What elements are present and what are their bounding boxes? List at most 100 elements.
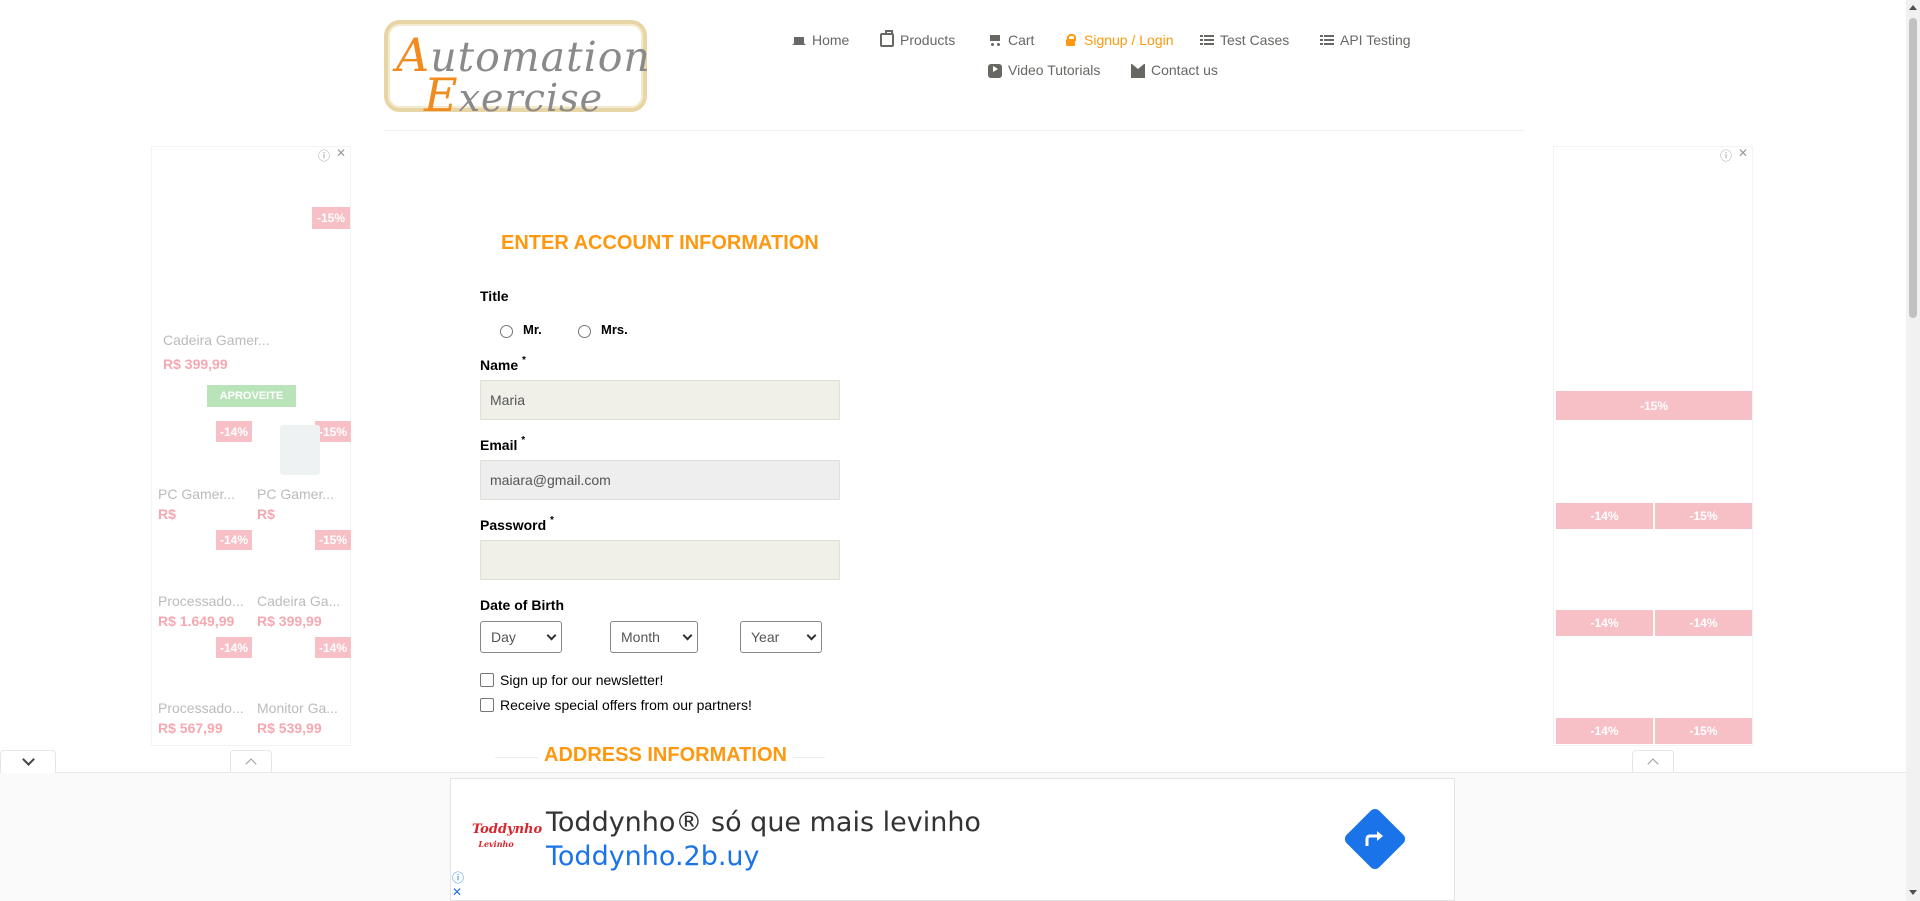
nav-home-label: Home (812, 32, 850, 48)
ad-cta-button[interactable]: APROVEITE (207, 385, 296, 407)
name-input[interactable]: Maria (480, 380, 840, 420)
ad-product-price: R$ 539,99 (257, 720, 322, 736)
bottom-ad-title[interactable]: Toddynho® só que mais levinho (546, 807, 981, 838)
right-ad-panel[interactable] (1553, 146, 1753, 746)
nav-contact-us-label: Contact us (1151, 62, 1218, 78)
dob-year-select[interactable]: Year (740, 621, 822, 653)
header-divider (384, 130, 1524, 131)
discount-badge: -15% (315, 421, 351, 442)
title-mr-label[interactable]: Mr. (523, 322, 542, 337)
title-label: Title (480, 288, 509, 304)
name-label: Name * (480, 355, 526, 373)
account-info-heading: ENTER ACCOUNT INFORMATION (501, 232, 819, 254)
dob-month-select[interactable]: Month (610, 621, 698, 653)
ad-product-title[interactable]: Cadeira Ga... (257, 593, 340, 609)
ad-product-title[interactable]: Monitor Ga... (257, 700, 338, 716)
discount-badge: -15% (315, 530, 351, 550)
left-ad-collapse-tab[interactable] (230, 750, 272, 772)
ad-product-title[interactable]: Cadeira Gamer... (163, 332, 270, 348)
right-ad-collapse-tab[interactable] (1632, 750, 1674, 772)
scroll-down-arrow-icon[interactable] (1909, 890, 1917, 895)
discount-badge: -15% (1556, 391, 1752, 420)
dob-month-value: Month (621, 629, 660, 645)
dob-day-value: Day (491, 629, 516, 645)
bottom-ad-banner[interactable] (450, 778, 1455, 901)
discount-badge: -14% (1556, 718, 1653, 744)
chevron-down-icon (682, 630, 693, 640)
ad-product-price: R$ (257, 506, 275, 522)
ad-product-title[interactable]: Processado... (158, 593, 244, 609)
password-label: Password * (480, 515, 554, 533)
newsletter-checkbox[interactable] (480, 673, 494, 687)
bottom-ad-url[interactable]: Toddynho.2b.uy (546, 841, 760, 872)
offers-checkbox[interactable] (480, 698, 494, 712)
nav-products[interactable]: Products (880, 30, 956, 48)
ad-product-title[interactable]: PC Gamer... (158, 486, 235, 502)
nav-video-tutorials-label: Video Tutorials (1008, 62, 1101, 78)
toddynho-logo: Toddynho Levinho (472, 822, 543, 850)
nav-home[interactable]: Home (792, 32, 849, 48)
ad-close-icon[interactable]: ✕ (336, 146, 346, 160)
ad-product-image (280, 425, 320, 475)
ad-product-title[interactable]: Processado... (158, 700, 244, 716)
list-icon (1200, 33, 1214, 47)
dob-day-select[interactable]: Day (480, 621, 562, 653)
nav-test-cases[interactable]: Test Cases (1200, 32, 1289, 48)
nav-signup-login[interactable]: Signup / Login (1064, 32, 1174, 48)
discount-badge: -15% (1655, 718, 1752, 744)
shopping-bag-icon (880, 30, 894, 47)
scroll-up-arrow-icon[interactable] (1909, 5, 1917, 10)
discount-badge: -14% (1655, 610, 1752, 636)
ad-info-icon[interactable]: ⓘ (318, 147, 330, 164)
discount-badge: -14% (1556, 610, 1653, 636)
bottom-ad-collapse-tab[interactable] (0, 750, 56, 773)
newsletter-label[interactable]: Sign up for our newsletter! (500, 672, 663, 688)
nav-api-testing-label: API Testing (1340, 32, 1411, 48)
ad-product-price: R$ 399,99 (163, 356, 228, 372)
nav-cart[interactable]: Cart (988, 32, 1034, 48)
title-mrs-radio[interactable] (578, 325, 591, 338)
nav-test-cases-label: Test Cases (1220, 32, 1290, 48)
discount-badge: -14% (216, 530, 252, 550)
home-icon (792, 31, 806, 45)
ad-info-icon[interactable]: ⓘ (1720, 147, 1732, 164)
turn-right-arrow-icon (1365, 831, 1383, 846)
email-input[interactable]: maiara@gmail.com (480, 460, 840, 500)
discount-badge: -15% (1655, 503, 1752, 529)
list-icon (1320, 33, 1334, 47)
nav-contact-us[interactable]: Contact us (1131, 62, 1218, 78)
ad-product-price: R$ 399,99 (257, 613, 322, 629)
discount-badge: -14% (216, 421, 252, 442)
title-mr-radio[interactable] (500, 325, 513, 338)
ad-product-price: R$ (158, 506, 176, 522)
discount-badge: -15% (312, 207, 350, 229)
ad-product-price: R$ 1.649,99 (158, 613, 235, 629)
scrollbar-thumb[interactable] (1909, 18, 1917, 318)
ad-close-icon[interactable]: ✕ (1738, 146, 1748, 160)
nav-products-label: Products (900, 32, 956, 48)
site-logo[interactable]: Automation Exercise (384, 20, 650, 122)
logo-line2: Exercise (424, 68, 604, 122)
ad-close-icon[interactable]: ✕ (452, 885, 462, 899)
title-mrs-label[interactable]: Mrs. (601, 322, 628, 337)
nav-api-testing[interactable]: API Testing (1320, 32, 1411, 48)
chevron-down-icon (21, 753, 35, 766)
password-input[interactable] (480, 540, 840, 580)
dob-label: Date of Birth (480, 597, 564, 613)
chevron-up-icon (245, 757, 257, 770)
address-info-heading: ADDRESS INFORMATION (538, 744, 793, 767)
envelope-icon (1131, 64, 1145, 78)
offers-label[interactable]: Receive special offers from our partners… (500, 697, 752, 713)
nav-video-tutorials[interactable]: Video Tutorials (988, 62, 1100, 78)
ad-product-price: R$ 567,99 (158, 720, 223, 736)
email-label: Email * (480, 435, 526, 453)
dob-year-value: Year (751, 629, 780, 645)
cart-icon (988, 33, 1002, 47)
ad-info-icon[interactable]: ⓘ (452, 869, 464, 886)
discount-badge: -14% (1556, 503, 1653, 529)
nav-cart-label: Cart (1008, 32, 1035, 48)
chevron-down-icon (546, 630, 557, 640)
discount-badge: -14% (216, 637, 252, 658)
ad-product-title[interactable]: PC Gamer... (257, 486, 334, 502)
youtube-icon (988, 64, 1002, 78)
